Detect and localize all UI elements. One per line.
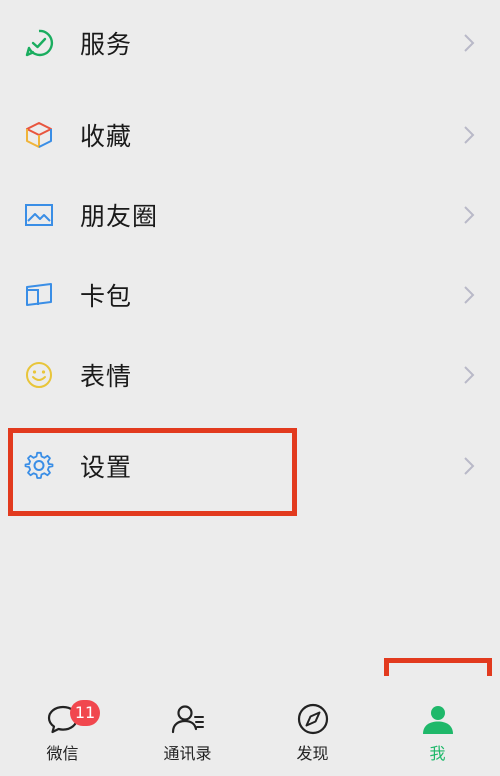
person-icon (422, 706, 453, 734)
menu-item-label: 表情 (80, 362, 133, 391)
gear-settings-icon (24, 451, 54, 481)
menu-item-service[interactable]: 服务 (0, 8, 500, 78)
tab-discover[interactable]: 发现 (250, 676, 375, 776)
chevron-right-icon (464, 457, 475, 475)
menu-item-label: 朋友圈 (80, 202, 159, 231)
menu-item-stickers[interactable]: 表情 (0, 340, 500, 410)
compass-icon (297, 703, 328, 735)
chevron-right-icon (464, 286, 475, 304)
menu-item-settings[interactable]: 设置 (0, 431, 500, 501)
menu-item-favorites[interactable]: 收藏 (0, 100, 500, 170)
bottom-tab-bar: 11 微信 通讯录 发现 我 (0, 676, 500, 776)
contacts-icon (171, 705, 204, 734)
menu-item-label: 收藏 (80, 122, 133, 151)
menu-item-label: 卡包 (80, 282, 133, 311)
unread-badge: 11 (70, 700, 100, 726)
chevron-right-icon (464, 34, 475, 52)
tab-label: 微信 (46, 744, 79, 763)
chevron-right-icon (464, 126, 475, 144)
tab-chats[interactable]: 11 微信 (0, 676, 125, 776)
menu-item-label: 服务 (80, 30, 133, 59)
tab-label: 发现 (296, 744, 329, 763)
smiley-emoji-icon (24, 360, 54, 390)
tab-contacts[interactable]: 通讯录 (125, 676, 250, 776)
tab-me[interactable]: 我 (375, 676, 500, 776)
menu-item-moments[interactable]: 朋友圈 (0, 180, 500, 250)
card-wallet-icon (24, 280, 54, 310)
favorites-cube-icon (24, 120, 54, 150)
menu-item-card-wallet[interactable]: 卡包 (0, 260, 500, 330)
service-check-icon (24, 28, 54, 58)
tab-label: 我 (429, 744, 446, 763)
chevron-right-icon (464, 366, 475, 384)
moments-picture-icon (24, 200, 54, 230)
chevron-right-icon (464, 206, 475, 224)
menu-item-label: 设置 (80, 453, 133, 482)
tab-label: 通讯录 (163, 744, 212, 763)
